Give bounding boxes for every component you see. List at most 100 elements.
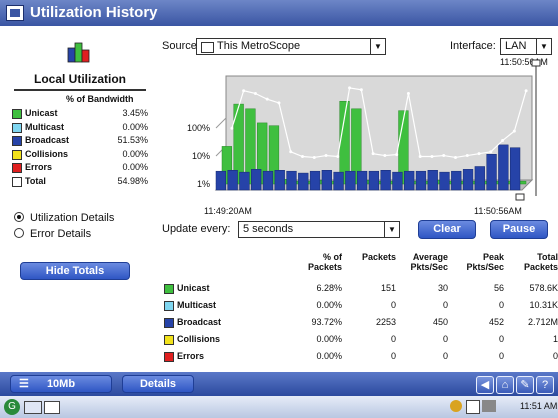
broadcast-bar xyxy=(509,147,521,191)
tools-icon[interactable]: ✎ xyxy=(516,376,534,394)
update-interval-select[interactable]: 5 seconds ▼ xyxy=(238,221,400,238)
tray-clipboard-icon xyxy=(466,400,480,414)
total-point xyxy=(277,101,281,105)
legend-value: 0.00% xyxy=(122,162,148,172)
broadcast-bar xyxy=(333,171,344,191)
tray-speaker-icon xyxy=(482,400,496,412)
column-header: Peak Pkts/Sec xyxy=(466,252,504,272)
table-cell: 30 xyxy=(437,283,448,293)
interface-select[interactable]: LAN ▼ xyxy=(500,38,552,55)
total-point xyxy=(242,89,246,93)
local-utilization-heading: Local Utilization xyxy=(14,72,146,91)
total-point xyxy=(465,154,469,158)
total-point xyxy=(324,154,328,158)
table-cell: 0 xyxy=(498,300,504,310)
source-select[interactable]: This MetroScope ▼ xyxy=(196,38,386,55)
row-label: Multicast xyxy=(177,300,217,310)
total-point xyxy=(230,126,234,130)
row-label: Errors xyxy=(177,351,205,361)
details-button[interactable]: Details xyxy=(122,375,194,393)
error-details-radio[interactable]: Error Details xyxy=(14,228,91,240)
broadcast-bar xyxy=(298,172,309,191)
y-tick-label: 100% xyxy=(187,123,210,133)
speed-button[interactable]: ☰ 10Mb xyxy=(10,375,112,393)
legend-value: 3.45% xyxy=(122,108,148,118)
bandwidth-header: % of Bandwidth xyxy=(66,94,134,104)
table-row: Unicast 6.28% 151 30 56 578.6K xyxy=(164,282,558,296)
row-swatch xyxy=(164,352,174,362)
total-point xyxy=(289,150,293,154)
broadcast-bar xyxy=(368,170,380,191)
window-title: Utilization History xyxy=(30,4,158,21)
chevron-down-icon: ▼ xyxy=(384,222,399,237)
legend-label: Multicast xyxy=(25,121,65,132)
legend-row-broadcast: Broadcast 51.53% xyxy=(12,135,148,147)
column-header: Packets xyxy=(361,252,396,262)
table-cell: 6.28% xyxy=(316,283,342,293)
row-label: Unicast xyxy=(177,283,210,293)
table-cell: 0 xyxy=(498,334,504,344)
table-cell: 1 xyxy=(552,334,558,344)
table-cell: 56 xyxy=(493,283,504,293)
pause-button[interactable]: Pause xyxy=(490,220,548,239)
legend-value: 0.00% xyxy=(122,121,148,132)
back-icon[interactable]: ◀ xyxy=(476,376,494,394)
table-cell: 0 xyxy=(442,334,448,344)
total-point xyxy=(442,154,446,158)
total-point xyxy=(301,155,304,158)
broadcast-bar xyxy=(415,170,427,191)
total-point xyxy=(371,152,375,156)
total-point xyxy=(512,129,516,133)
table-cell: 0 xyxy=(498,351,504,361)
table-cell: 151 xyxy=(380,283,396,293)
hide-totals-button[interactable]: Hide Totals xyxy=(20,262,130,280)
total-point xyxy=(253,92,257,96)
total-point xyxy=(336,155,340,158)
legend-value: 54.98% xyxy=(117,175,148,186)
total-point xyxy=(406,92,410,96)
legend-swatch xyxy=(12,163,22,173)
chevron-down-icon: ▼ xyxy=(370,39,385,54)
broadcast-bar xyxy=(439,171,450,191)
legend-swatch xyxy=(12,136,22,146)
table-cell: 0 xyxy=(442,300,448,310)
legend-swatch xyxy=(12,122,22,133)
utilization-details-radio[interactable]: Utilization Details xyxy=(14,212,114,224)
monitor-icon xyxy=(201,42,214,53)
broadcast-bar xyxy=(321,170,332,191)
legend-swatch xyxy=(12,109,22,119)
broadcast-bar xyxy=(262,170,274,191)
x-end-label: 11:50:56AM xyxy=(474,206,522,216)
radio-selected-icon xyxy=(14,212,24,222)
table-cell: 0 xyxy=(552,351,558,361)
total-point xyxy=(430,155,434,158)
time-cursor-handle xyxy=(531,59,541,67)
radio-unselected-icon xyxy=(14,228,24,238)
clear-button[interactable]: Clear xyxy=(418,220,476,239)
legend-label: Collisions xyxy=(25,148,69,159)
broadcast-bar xyxy=(227,170,238,191)
keyboard-icon[interactable] xyxy=(24,401,42,414)
time-cursor-handle xyxy=(515,193,525,201)
table-cell: 0.00% xyxy=(316,300,342,310)
column-header: Total Packets xyxy=(523,252,558,272)
row-swatch xyxy=(164,318,174,328)
legend-label: Errors xyxy=(25,162,53,172)
window-switch-icon[interactable] xyxy=(44,401,60,414)
broadcast-bar xyxy=(380,170,391,191)
home-icon[interactable]: ⌂ xyxy=(496,376,514,394)
start-icon[interactable]: G xyxy=(4,399,20,415)
tray-status-icon xyxy=(450,400,462,412)
legend-label: Broadcast xyxy=(25,135,70,145)
broadcast-bar xyxy=(309,170,321,191)
chart-gridline xyxy=(215,117,227,129)
total-point xyxy=(312,155,316,159)
total-point xyxy=(395,153,399,157)
table-cell: 0 xyxy=(390,351,396,361)
help-icon[interactable]: ? xyxy=(536,376,554,394)
broadcast-bar xyxy=(451,170,462,191)
column-header: % of Packets xyxy=(307,252,342,272)
legend-label: Total xyxy=(25,175,46,186)
y-tick-label: 1% xyxy=(197,179,210,189)
total-point xyxy=(477,152,481,156)
